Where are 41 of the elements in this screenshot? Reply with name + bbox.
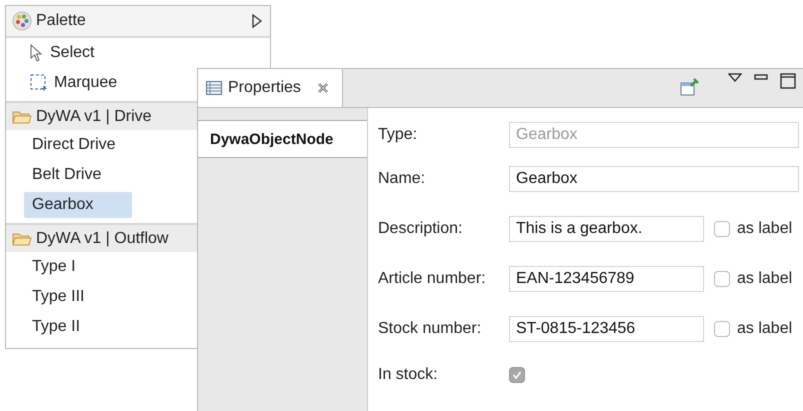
- field-label: Stock number:: [378, 320, 482, 338]
- text-field[interactable]: ST-0815-123456: [509, 316, 704, 342]
- checkbox[interactable]: [714, 271, 730, 287]
- checkbox[interactable]: [714, 221, 730, 237]
- checkbox-label: as label: [737, 270, 792, 288]
- field-label: Article number:: [378, 270, 487, 288]
- tool-item[interactable]: Select: [50, 44, 94, 62]
- folder-icon: [12, 110, 32, 124]
- pointer-icon: [30, 44, 44, 62]
- palette-icon: [12, 11, 32, 31]
- palette-item[interactable]: Type III: [24, 284, 92, 310]
- field-label: Description:: [378, 220, 464, 238]
- palette-item[interactable]: Gearbox: [24, 192, 132, 218]
- palette-title: Palette: [36, 12, 87, 30]
- palette-item[interactable]: Direct Drive: [24, 132, 124, 158]
- palette-item[interactable]: Type I: [24, 254, 84, 280]
- checkbox[interactable]: [714, 321, 730, 337]
- field-label: Name:: [378, 170, 426, 188]
- text-field[interactable]: Gearbox: [509, 166, 799, 192]
- marquee-icon: [30, 74, 48, 92]
- maximize-icon[interactable]: [780, 73, 796, 89]
- field-label: In stock:: [378, 366, 439, 384]
- palette-item[interactable]: Belt Drive: [24, 162, 110, 188]
- text-field[interactable]: This is a gearbox.: [509, 216, 704, 242]
- text-field[interactable]: EAN-123456789: [509, 266, 704, 292]
- check-icon: [512, 370, 522, 380]
- palette-item[interactable]: Type II: [24, 314, 88, 340]
- properties-tab[interactable]: Properties: [198, 69, 343, 107]
- tool-item[interactable]: Marquee: [54, 74, 118, 92]
- minimize-icon[interactable]: [754, 73, 768, 81]
- folder-icon: [12, 232, 32, 246]
- menu-icon[interactable]: [728, 73, 742, 82]
- checkbox-label: as label: [737, 320, 792, 338]
- checkbox-label: as label: [737, 220, 792, 238]
- field-label: Type:: [378, 126, 418, 144]
- section-tab[interactable]: DywaObjectNode: [198, 120, 367, 158]
- pin-icon[interactable]: [680, 77, 700, 97]
- expand-icon[interactable]: [252, 14, 262, 28]
- close-icon[interactable]: [316, 82, 329, 94]
- text-field: Gearbox: [509, 122, 799, 148]
- table-icon: [206, 81, 222, 95]
